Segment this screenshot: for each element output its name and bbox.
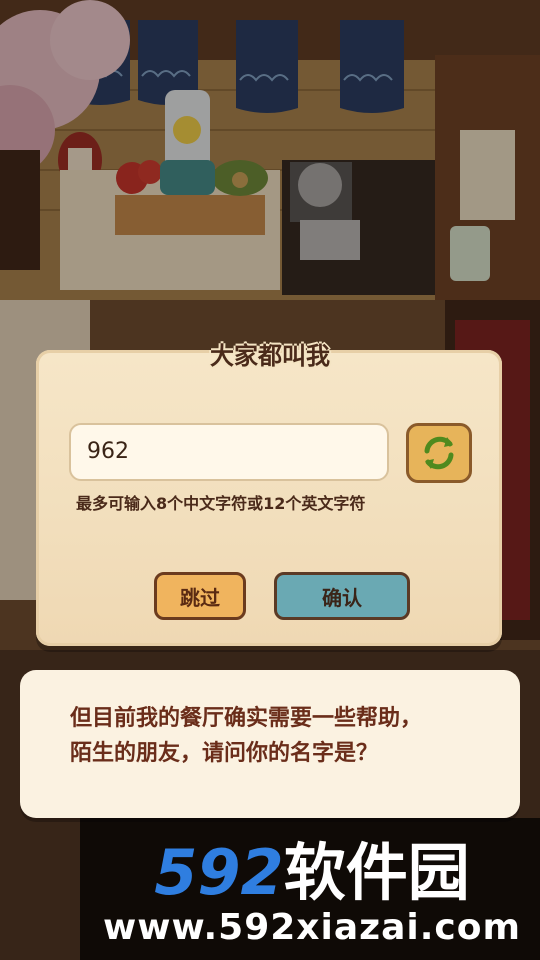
watermark-logo: 592软件园: [154, 836, 469, 906]
refresh-name-button[interactable]: [406, 423, 472, 483]
watermark-url: www.592xiazai.com: [103, 907, 521, 948]
dialog-title: 大家都叫我: [210, 342, 330, 370]
refresh-icon: [424, 436, 454, 470]
dialogue-line-2: 陌生的朋友，请问你的名字是？: [70, 741, 379, 766]
name-hint: 最多可输入8个中文字符或12个英文字符: [76, 494, 366, 513]
confirm-button[interactable]: 确认: [274, 572, 410, 620]
svg-text:592软件园: 592软件园: [154, 836, 469, 906]
skip-button[interactable]: 跳过: [154, 572, 246, 620]
dialogue-line-1: 但目前我的餐厅确实需要一些帮助，: [70, 706, 423, 731]
name-input[interactable]: 962: [69, 423, 389, 481]
